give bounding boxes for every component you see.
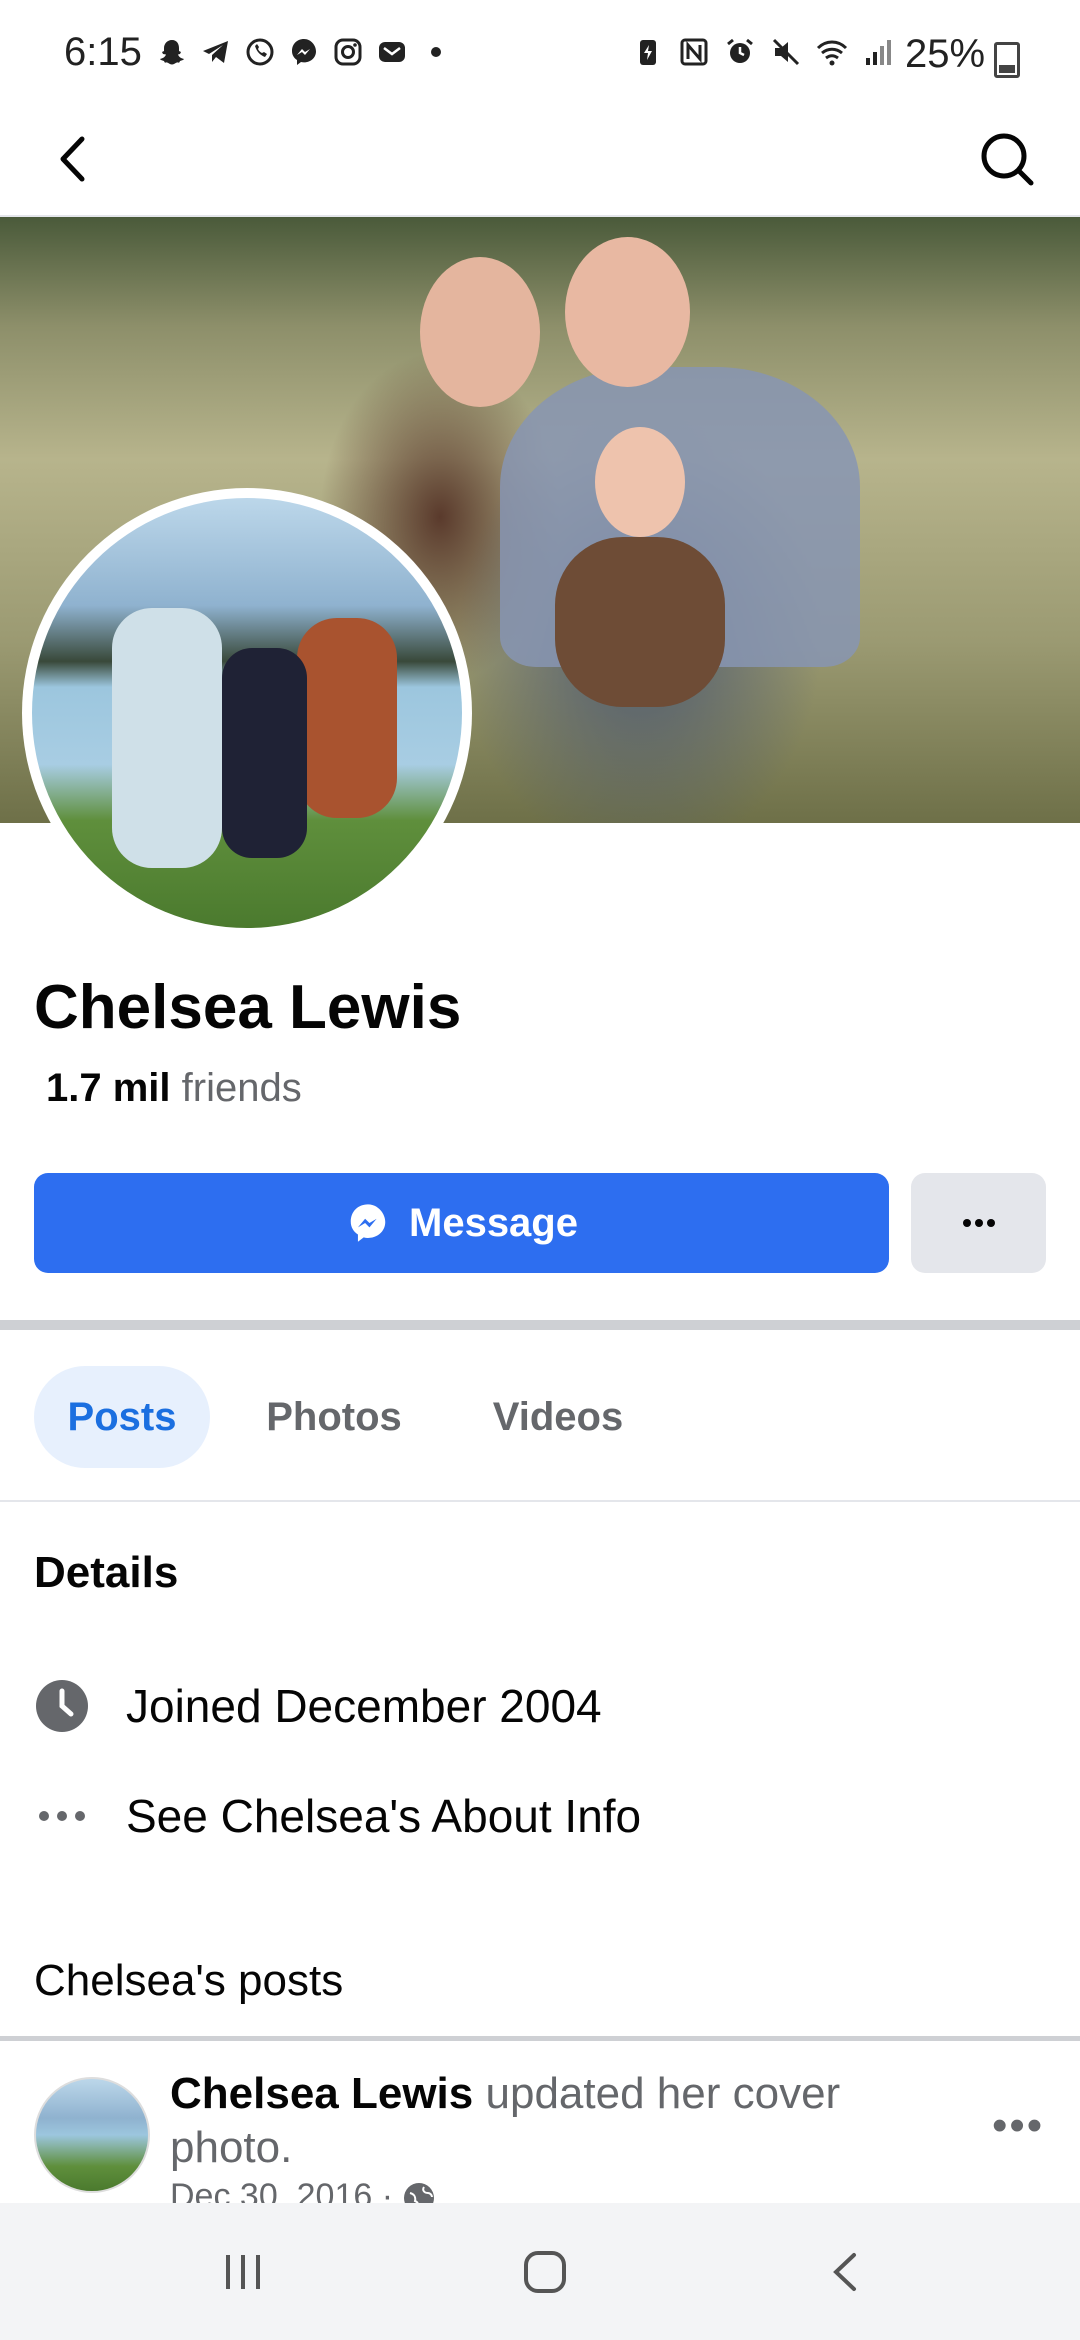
profile-picture[interactable] <box>22 488 472 938</box>
alarm-icon <box>727 38 753 63</box>
tab-posts[interactable]: Posts <box>34 1366 210 1468</box>
post-author-name[interactable]: Chelsea Lewis <box>170 2069 473 2118</box>
messenger-icon <box>292 39 316 65</box>
status-time: 6:15 <box>64 30 142 74</box>
post-date[interactable]: Dec 30, 2016 · <box>170 2177 436 2203</box>
message-button-label: Message <box>409 1200 578 1245</box>
recent-apps-icon <box>226 2255 260 2289</box>
search-button[interactable] <box>972 124 1042 194</box>
post-more-button[interactable]: ••• <box>992 2101 1044 2151</box>
mail-icon <box>379 42 405 62</box>
clock-icon <box>34 1678 90 1734</box>
joined-date-row: Joined December 2004 <box>34 1678 602 1734</box>
top-app-bar <box>0 110 1080 217</box>
dot-icon <box>431 47 441 57</box>
home-icon <box>524 2251 566 2293</box>
friends-count-value: 1.7 mil <box>46 1066 171 1110</box>
message-button[interactable]: Message <box>34 1173 889 1273</box>
section-divider <box>0 1320 1080 1330</box>
tab-videos[interactable]: Videos <box>458 1366 658 1468</box>
friends-label: friends <box>181 1066 302 1110</box>
profile-tabs: Posts Photos Videos <box>0 1330 1080 1502</box>
status-bar: 6:15 25% <box>0 0 1080 110</box>
post-header-text: Chelsea Lewis updated her cover photo. <box>170 2067 870 2175</box>
search-icon <box>981 133 1034 186</box>
details-heading: Details <box>34 1548 179 1597</box>
friends-count[interactable]: 1.7 mil friends <box>46 1066 302 1111</box>
back-button[interactable] <box>38 124 108 194</box>
system-nav-bar <box>0 2203 1080 2340</box>
joined-date-text: Joined December 2004 <box>126 1680 602 1732</box>
post-card: Chelsea Lewis updated her cover photo. D… <box>0 2041 1080 2203</box>
telegram-icon <box>203 41 228 63</box>
snapchat-icon <box>160 40 184 65</box>
profile-picture-image <box>32 498 462 928</box>
battery-saver-icon <box>640 40 656 65</box>
posts-heading: Chelsea's posts <box>34 1956 344 2005</box>
system-back-button[interactable] <box>812 2237 882 2307</box>
post-date-text: Dec 30, 2016 · <box>170 2177 394 2203</box>
notification-icons <box>156 36 452 68</box>
system-icons <box>632 36 894 68</box>
battery-icon <box>994 42 1020 78</box>
battery-percent: 25% <box>905 32 986 76</box>
back-arrow-icon <box>833 2253 856 2291</box>
messenger-icon <box>350 1204 386 1242</box>
mute-icon <box>772 38 800 66</box>
nfc-icon <box>680 38 708 66</box>
globe-icon <box>404 2183 435 2203</box>
instagram-icon <box>334 38 362 66</box>
about-info-link[interactable]: See Chelsea's About Info <box>126 1789 641 1843</box>
chevron-left-icon <box>60 136 85 182</box>
profile-name: Chelsea Lewis <box>34 973 462 1042</box>
wifi-icon <box>816 40 848 66</box>
more-dots-icon <box>34 1788 90 1844</box>
signal-icon <box>866 40 891 65</box>
recent-apps-button[interactable] <box>208 2237 278 2307</box>
tab-photos[interactable]: Photos <box>234 1366 434 1468</box>
more-dots-icon <box>962 1219 995 1227</box>
whatsapp-icon <box>246 38 274 66</box>
about-info-row[interactable]: See Chelsea's About Info <box>34 1788 641 1844</box>
post-author-avatar[interactable] <box>34 2077 150 2193</box>
more-options-button[interactable] <box>911 1173 1046 1273</box>
home-button[interactable] <box>510 2237 580 2307</box>
